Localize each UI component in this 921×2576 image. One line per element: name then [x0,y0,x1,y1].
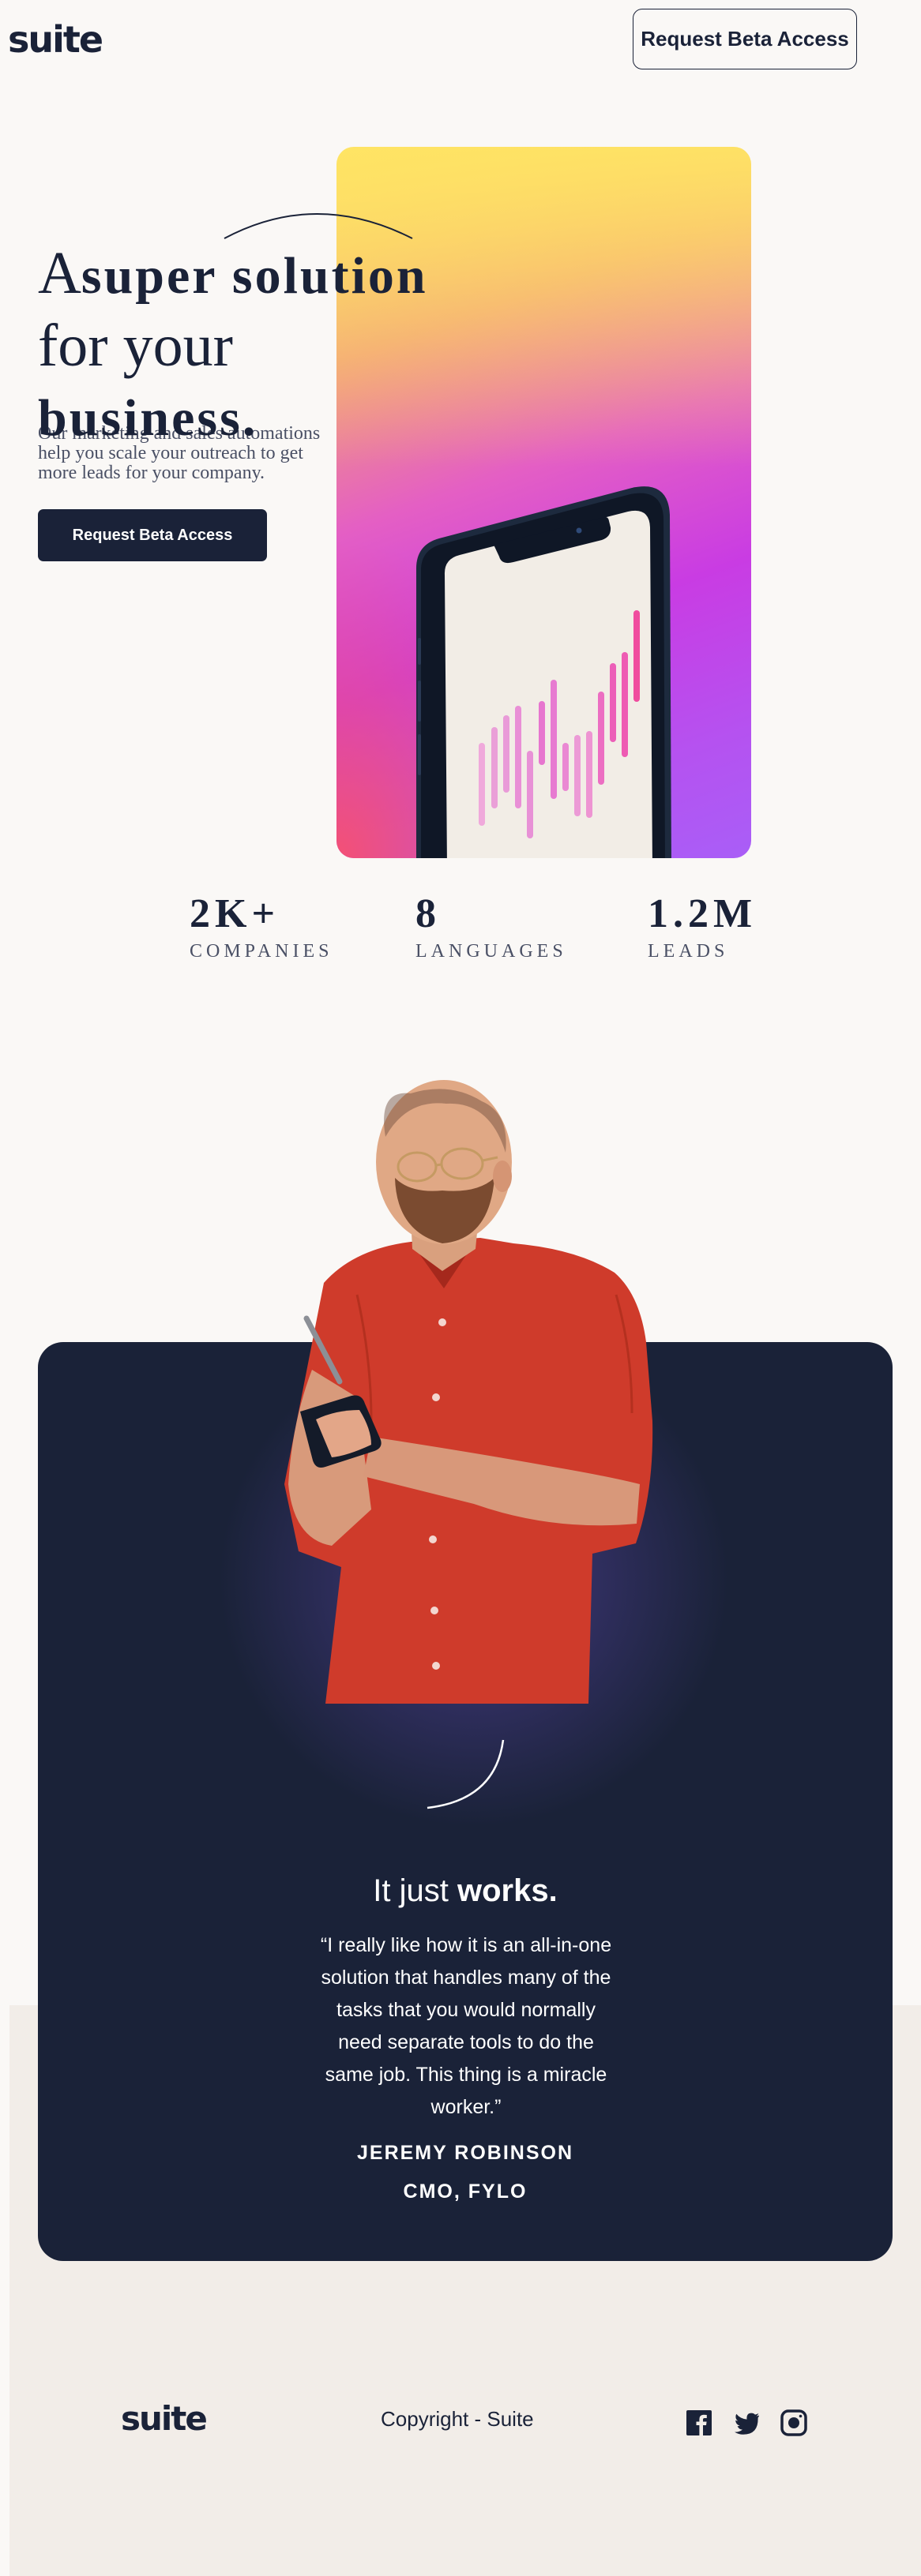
twitter-icon[interactable] [733,2409,760,2436]
copyright-text: Copyright - Suite [381,2407,534,2431]
testimonial-author-name: JEREMY ROBINSON [356,2142,574,2164]
testimonial-quote: “I really like how it is an all-in-one s… [320,1934,612,2118]
facebook-icon[interactable] [686,2409,712,2436]
testimonial-heading-regular: It just [373,1873,449,1908]
headline-line2-bold: business. [38,389,258,447]
headline-line1-bold: super solution [81,247,428,305]
footer-logo[interactable]: suite [121,2397,208,2441]
testimonial-heading-bold: works. [457,1873,558,1908]
headline-line2-regular: for your [38,313,233,379]
hero-headline: Asuper solution for your business. [38,238,449,453]
testimonial-heading: It just works. [38,1871,893,1910]
instagram-icon[interactable] [780,2409,807,2436]
testimonial-author-role: CMO, FYLO [403,2180,528,2203]
headline-line1-regular: A [38,240,81,306]
decorative-arc-bottom [427,1739,505,1809]
